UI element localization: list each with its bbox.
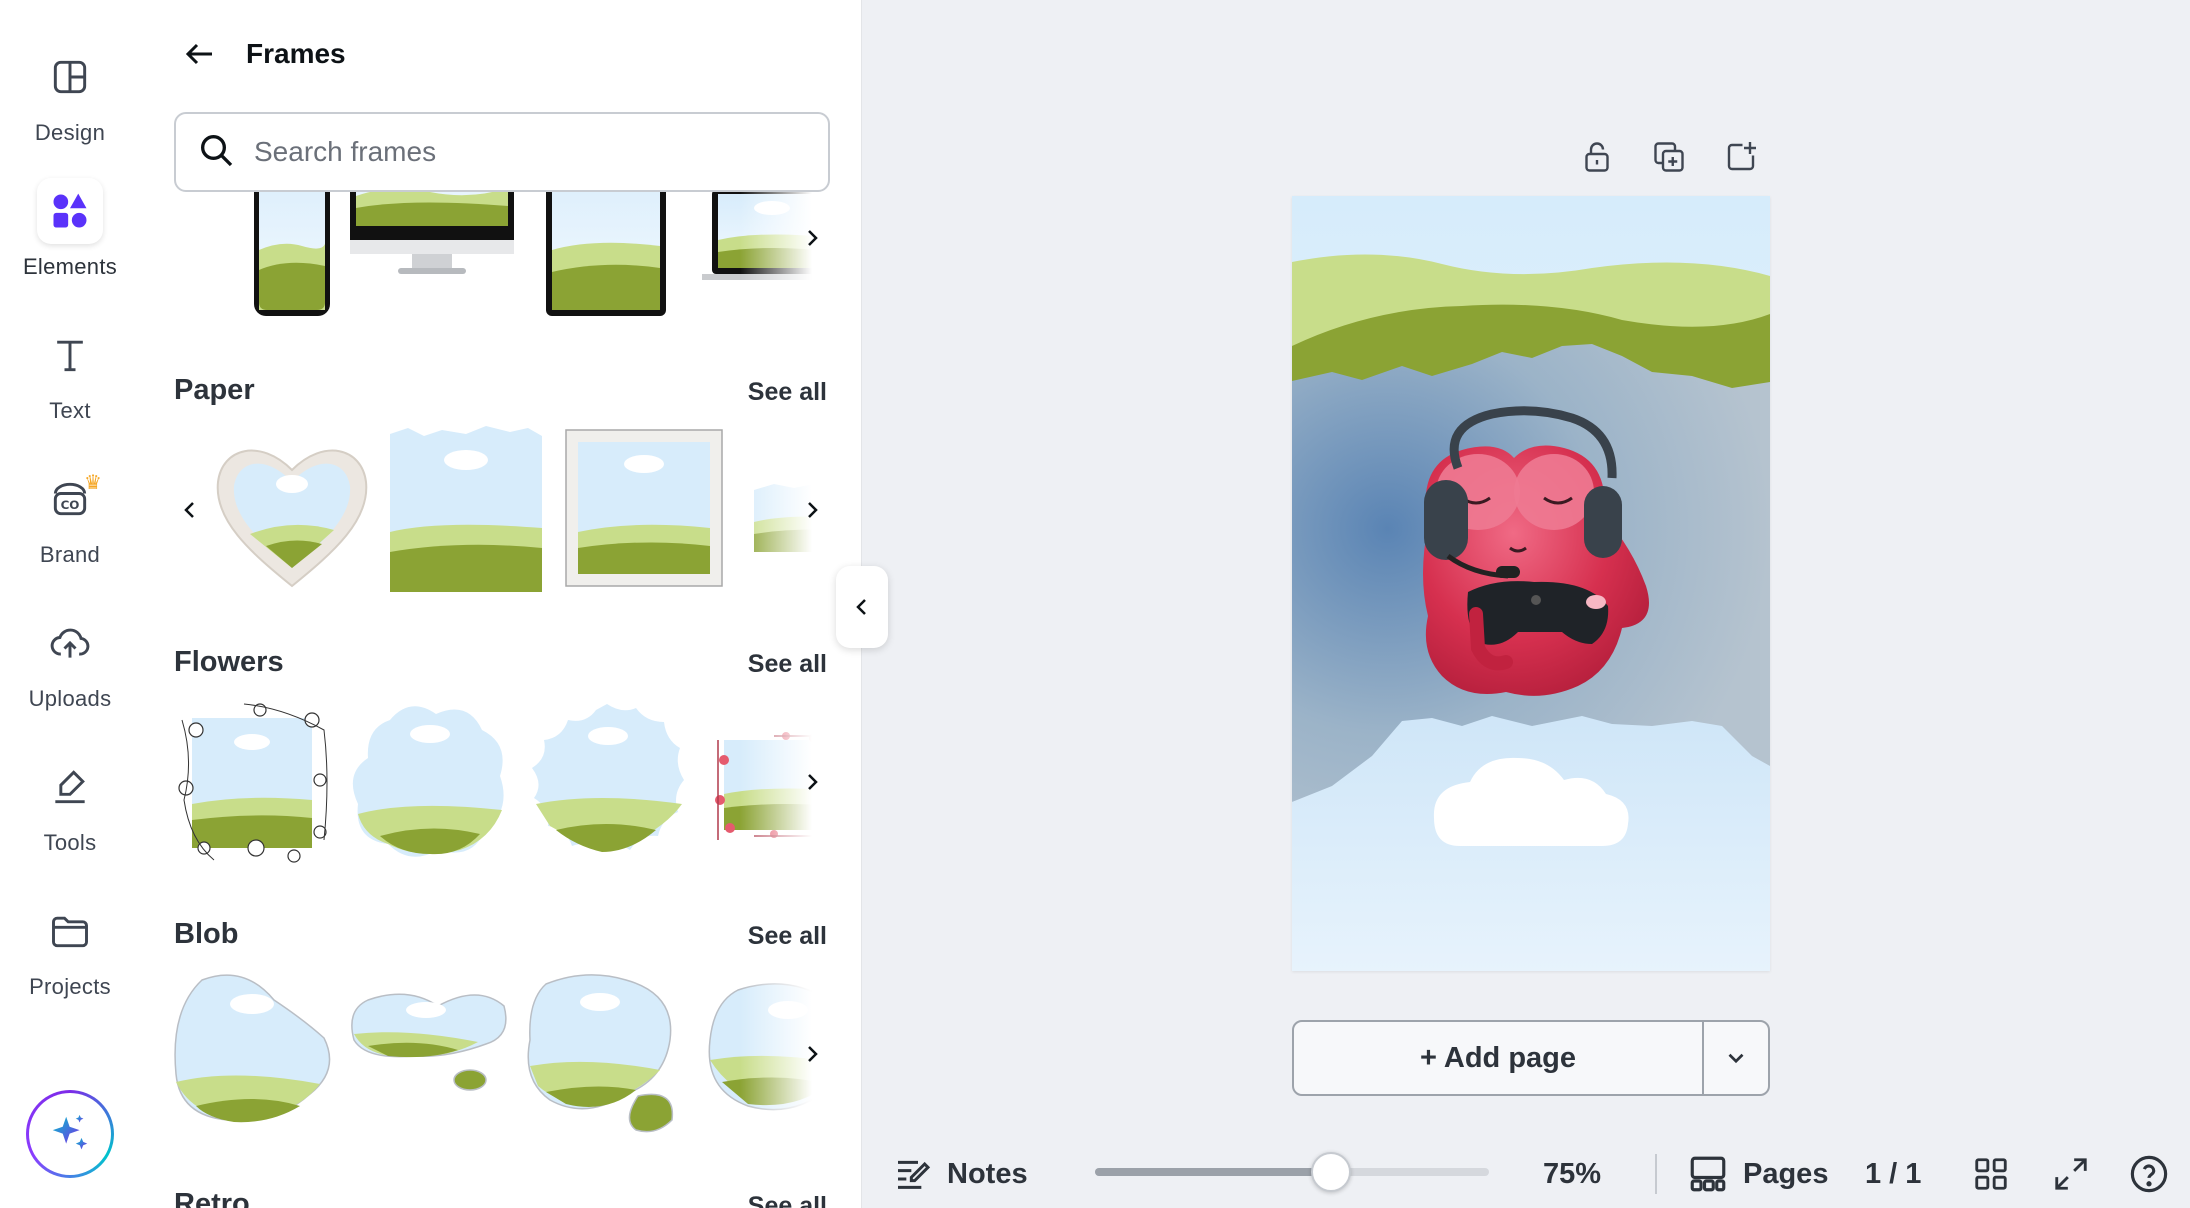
pen-tool-icon [37,754,103,820]
blob-frame-thumb-3[interactable] [526,970,676,1136]
chevron-right-icon[interactable] [792,752,830,812]
floral-frame-thumb[interactable] [174,700,332,866]
chevron-down-icon [1728,1053,1744,1064]
blob-row [174,970,830,1140]
unlock-icon[interactable] [1570,130,1624,184]
search-box[interactable] [174,112,830,192]
rail-item-text[interactable]: Text [0,322,140,442]
rail-label: Brand [39,542,101,567]
pages-icon [1690,1156,1726,1192]
notes-button[interactable]: Notes [893,1154,1028,1194]
chevron-right-icon[interactable] [792,1024,830,1084]
page-count: 1 / 1 [1865,1157,1922,1190]
chevron-right-icon[interactable] [792,208,830,268]
paper-row [174,424,830,600]
zoom-slider-fill [1095,1168,1332,1176]
search-input[interactable] [254,136,814,168]
layout-icon [37,44,103,110]
rail-item-brand[interactable]: ♛ CO Brand [0,466,140,586]
blob-frame-thumb-1[interactable] [174,970,334,1130]
design-page[interactable] [1292,196,1770,971]
paper-border-frame-thumb[interactable] [564,428,724,588]
left-rail: Design Elements Text ♛ CO Brand Uploads … [0,0,140,1208]
divider [1655,1154,1657,1194]
section-title-blob: Blob [174,918,239,950]
back-arrow-icon[interactable] [178,32,222,76]
rail-label: Tools [43,830,97,855]
rail-item-projects[interactable]: Projects [0,898,140,1018]
flowers-row [174,700,830,866]
notes-label: Notes [947,1157,1028,1190]
folder-icon [37,898,103,964]
section-title-paper: Paper [174,374,255,406]
rail-label: Projects [29,974,111,999]
rail-item-elements[interactable]: Elements [0,178,140,298]
panel-header: Frames [178,32,346,76]
rail-label: Elements [22,254,118,279]
bottom-bar: Notes 75% Pages 1 / 1 [863,1140,2190,1208]
pages-button[interactable]: Pages [1687,1153,1828,1195]
chevron-left-icon [856,599,866,615]
see-all-paper[interactable]: See all [748,378,827,407]
magic-button[interactable] [26,1090,114,1178]
rail-label: Design [34,120,106,145]
page-toolbar [1570,130,1768,184]
sparkle-icon [29,1093,111,1175]
chevron-right-icon[interactable] [792,480,830,540]
section-title-retro: Retro [174,1188,250,1208]
notes-icon [898,1160,931,1189]
rail-label: Text [49,398,91,423]
shapes-icon [37,178,103,244]
chevron-left-icon[interactable] [174,480,210,540]
app-root: Design Elements Text ♛ CO Brand Uploads … [0,0,2190,1208]
rail-item-uploads[interactable]: Uploads [0,610,140,730]
cloud-upload-icon [37,610,103,676]
help-icon[interactable] [2127,1152,2171,1196]
add-page-control: + Add page [1292,1020,1770,1096]
see-all-retro[interactable]: See all [748,1192,827,1208]
collapse-panel-button[interactable] [836,566,888,648]
grid-view-icon[interactable] [1969,1152,2013,1196]
torn-paper-frame-thumb[interactable] [390,424,542,592]
see-all-blob[interactable]: See all [748,922,827,951]
zoom-slider[interactable] [1095,1152,1489,1192]
see-all-flowers[interactable]: See all [748,650,827,679]
zoom-slider-handle[interactable] [1311,1152,1352,1192]
frames-panel: Frames Search frames Paper See all Flowe… [140,0,862,1208]
rail-label: Uploads [28,686,112,711]
pages-label: Pages [1743,1157,1829,1190]
section-title-flowers: Flowers [174,646,284,678]
rail-item-tools[interactable]: Tools [0,754,140,874]
crown-icon: ♛ [84,472,102,494]
fullscreen-icon[interactable] [2049,1152,2093,1196]
scalloped-frame-thumb[interactable] [526,700,688,866]
zoom-level[interactable]: 75% [1543,1158,1601,1191]
blob-frame-thumb-2[interactable] [348,980,508,1110]
heart-frame-thumb[interactable] [210,434,374,594]
add-page-dropdown[interactable] [1704,1022,1768,1094]
panel-title: Frames [246,38,346,69]
search-icon [196,130,236,175]
duplicate-page-icon[interactable] [1642,130,1696,184]
add-page-button[interactable]: + Add page [1294,1022,1704,1094]
svg-text:CO: CO [61,498,80,512]
text-icon [37,322,103,388]
rail-item-design[interactable]: Design [0,44,140,164]
cloud-frame-thumb[interactable] [350,700,508,860]
add-page-icon[interactable] [1714,130,1768,184]
